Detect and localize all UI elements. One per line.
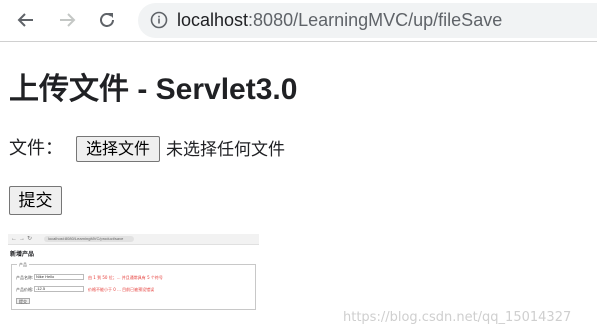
thumb-submit-label: 提交 [19, 299, 27, 304]
arrow-right-icon [60, 13, 76, 27]
embedded-screenshot: ← → ↻ localhost:8080/LearningMVC/product… [8, 234, 259, 314]
thumb-reload-icon: ↻ [27, 236, 33, 242]
thumb-submit-button: 提交 [16, 298, 30, 304]
thumb-fieldset: 产品 产品名称: Nike Hello 由 1 到 50 位；... 并且通常具… [11, 262, 256, 310]
thumb-title: 新增产品 [10, 251, 35, 258]
reload-icon [100, 13, 114, 27]
url-host: localhost [177, 10, 249, 30]
thumb-field-value: Nike Hello [36, 274, 55, 279]
thumb-field-value: -12.5 [36, 286, 46, 291]
forward-button[interactable] [55, 8, 79, 32]
back-button[interactable] [14, 8, 38, 32]
thumb-browser-bar: ← → ↻ localhost:8080/LearningMVC/product… [8, 234, 259, 245]
reload-button[interactable] [95, 8, 119, 32]
thumb-back-icon: ← [11, 236, 17, 242]
watermark: https://blog.csdn.net/qq_15014327 [343, 310, 572, 325]
thumb-field-label: 产品价格: [16, 287, 34, 292]
url-path: :8080/LearningMVC/up/fileSave [248, 10, 503, 30]
thumb-forward-icon: → [19, 236, 25, 242]
thumb-address-bar: localhost:8080/LearningMVC/product/save [44, 236, 134, 242]
address-url[interactable]: localhost:8080/LearningMVC/up/fileSave [177, 9, 502, 31]
page-title: 上传文件 - Servlet3.0 [9, 73, 298, 106]
file-status-text: 未选择任何文件 [166, 140, 285, 160]
browser-toolbar: localhost:8080/LearningMVC/up/fileSave [0, 0, 597, 42]
submit-button[interactable]: 提交 [9, 186, 62, 215]
thumb-legend: 产品 [17, 262, 29, 267]
arrow-left-icon [17, 13, 33, 27]
thumb-field-input: Nike Hello [34, 274, 84, 280]
thumb-field-label: 产品名称: [16, 275, 34, 280]
choose-file-button[interactable]: 选择文件 [76, 136, 160, 162]
thumb-field-error: 价格不能小于 0 ... 目前已被预设错误 [88, 287, 155, 292]
info-icon[interactable] [150, 11, 168, 29]
file-label: 文件： [9, 138, 63, 159]
thumb-url-text: localhost:8080/LearningMVC/product/save [48, 236, 124, 241]
thumb-field-error: 由 1 到 50 位；... 并且通常具有 5 个符号 [88, 275, 163, 280]
thumb-field-input: -12.5 [34, 286, 84, 292]
